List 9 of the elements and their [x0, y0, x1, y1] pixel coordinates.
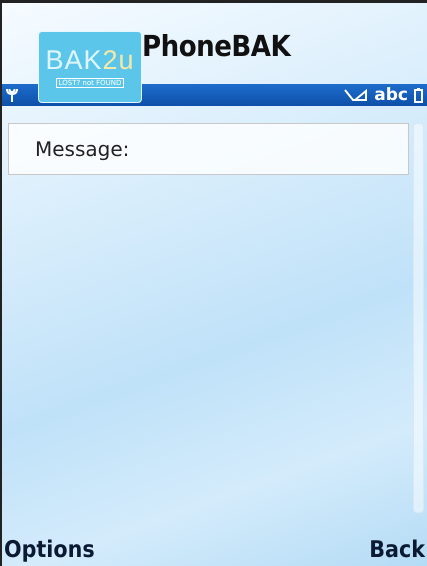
scrollbar[interactable] — [413, 123, 424, 513]
back-softkey[interactable]: Back — [369, 537, 425, 563]
input-mode-indicator: abc — [374, 85, 408, 105]
app-title: PhoneBAK — [142, 29, 290, 63]
options-softkey[interactable]: Options — [4, 537, 95, 563]
message-field[interactable]: Message: — [8, 123, 409, 175]
signal-antenna-icon — [6, 88, 18, 102]
logo-text: BAK2u — [45, 46, 135, 74]
battery-icon — [414, 88, 423, 102]
